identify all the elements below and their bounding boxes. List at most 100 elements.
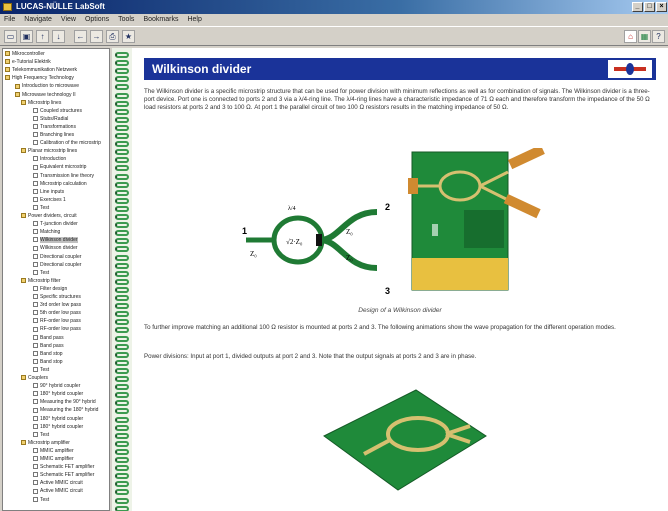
tree-page[interactable]: Microstrip calculation [33,181,87,188]
arrow-down-icon[interactable]: ↓ [52,30,65,43]
menu-item[interactable]: File [4,16,15,23]
tree-page[interactable]: Filter design [33,286,67,293]
tree-folder[interactable]: Mikrocontroller [5,51,45,58]
binding-ring [115,457,129,463]
page-icon [33,342,38,348]
tree-page[interactable]: Directional coupler [33,254,81,261]
help-icon[interactable]: ? [652,30,665,43]
tree-page[interactable]: Calibration of the microstrip [33,140,101,147]
tree-page[interactable]: RF-order low pass [33,326,81,333]
tree-page[interactable]: Matching [33,229,60,236]
tree-page[interactable]: Transformations [33,124,76,131]
tree-page[interactable]: Band stop [33,359,63,366]
menu-item[interactable]: Help [187,16,201,23]
binding-ring [115,335,129,342]
tree-page[interactable]: Active MMIC circuit [33,480,83,487]
navigation-tree[interactable]: Mikrocontroller e-Tutorial Elektrik Teleko… [2,48,110,511]
bookmark-icon[interactable]: ★ [122,30,135,43]
tree-page[interactable]: Schematic FET amplifier [33,472,94,479]
tree-item-label: Active MMIC circuit [40,480,83,487]
book-icon [21,148,26,154]
tree-page[interactable]: Test [33,367,49,374]
tree-item-label: RF-order low pass [40,318,81,325]
tree-item-label: Measuring the 180° hybrid [40,407,99,414]
tree-page[interactable]: MMIC amplifier [33,448,74,455]
tree-page[interactable]: RF-order low pass [33,318,81,325]
menu-item[interactable]: View [61,16,76,23]
tree-folder[interactable]: Couplers [21,375,48,382]
tree-folder[interactable]: Microstrip amplifier [21,440,70,447]
grid-icon[interactable]: ▦ [638,30,651,43]
menu-item[interactable]: Options [85,16,109,23]
binding-ring [115,165,129,172]
tree-page[interactable]: Active MMIC circuit [33,488,83,495]
tree-page[interactable]: Test [33,205,49,212]
minimize-icon[interactable]: _ [632,2,643,12]
tree-page[interactable]: 3rd order low pass [33,302,81,309]
forward-icon[interactable]: → [90,30,103,43]
menu-item[interactable]: Bookmarks [143,16,178,23]
tree-page[interactable]: Exercises 1 [33,197,66,204]
book-icon [5,67,10,73]
tree-page[interactable]: Schematic FET amplifier [33,464,94,471]
arrow-up-icon[interactable]: ↑ [36,30,49,43]
tree-page[interactable]: Coupled structures [33,108,82,115]
menu-item[interactable]: Navigate [24,16,52,23]
tree-page[interactable]: Wilkinson divider [33,237,78,244]
maximize-icon[interactable]: □ [644,2,655,12]
close-icon[interactable]: × [656,2,667,12]
tree-item-label: 3rd order low pass [40,302,82,309]
binding-ring [115,52,129,58]
binding-ring [115,254,129,261]
tree-page[interactable]: Introduction [33,156,66,163]
binding-ring [115,157,129,164]
tree-folder[interactable]: Microstrip filter [21,278,61,285]
tree-page[interactable]: Stubs/Radial [33,116,68,123]
tree-page[interactable]: Line inputs [33,189,64,196]
tree-folder[interactable]: Planar microstrip lines [21,148,77,155]
tree-page[interactable]: Transmission line theory [33,173,94,180]
tree-folder[interactable]: Introduction to microwave [15,83,79,90]
page-icon [33,172,38,178]
tree-page[interactable]: Measuring the 90° hybrid [33,399,96,406]
save-icon[interactable]: ▣ [20,30,33,43]
back-icon[interactable]: ← [74,30,87,43]
book-icon [15,83,20,89]
tree-page[interactable]: 90° hybrid coupler [33,383,80,390]
animation-board[interactable] [320,384,490,496]
tree-page[interactable]: Band stop [33,351,63,358]
home-icon[interactable]: ⌂ [624,30,637,43]
tree-page[interactable]: Test [33,432,49,439]
tree-folder[interactable]: Microstrip lines [21,100,61,107]
tree-folder[interactable]: High Frequency Technology [5,75,74,82]
tree-page[interactable]: Wilkinson divider [33,245,78,252]
tree-folder[interactable]: Microwave technology II [15,92,76,99]
tree-page[interactable]: 180° hybrid coupler [33,424,83,431]
tree-item-label: Introduction [40,156,67,163]
tree-folder[interactable]: Power dividers, circuit [21,213,77,220]
tree-item-label: Exercises 1 [40,196,66,203]
tree-page[interactable]: Measuring the 180° hybrid [33,407,98,414]
tree-page[interactable]: MMIC amplifier [33,456,74,463]
tree-page[interactable]: 180° hybrid coupler [33,416,83,423]
tree-page[interactable]: Test [33,497,49,504]
tree-page[interactable]: Directional coupler [33,262,81,269]
tree-page[interactable]: 180° hybrid coupler [33,391,83,398]
menu-item[interactable]: Tools [118,16,134,23]
tree-page[interactable]: Specific structures [33,294,81,301]
tree-folder[interactable]: e-Tutorial Elektrik [5,59,51,66]
tree-page[interactable]: Band pass [33,335,64,342]
tree-item-label: Schematic FET amplifier [40,472,95,479]
print-icon[interactable]: ⎙ [106,30,119,43]
tree-page[interactable]: Test [33,270,49,277]
tree-folder[interactable]: Telekommunikation Netzwerk [5,67,77,74]
tree-page[interactable]: Branching lines [33,132,74,139]
tree-page[interactable]: Equivalent microstrip [33,164,86,171]
binding-ring [115,262,129,269]
tree-page[interactable]: Band pass [33,343,64,350]
tree-item-label: Couplers [28,375,49,381]
open-icon[interactable]: ▭ [4,30,17,43]
tree-page[interactable]: T-junction divider [33,221,78,228]
binding-ring [115,489,129,496]
tree-page[interactable]: 5th order low pass [33,310,81,317]
